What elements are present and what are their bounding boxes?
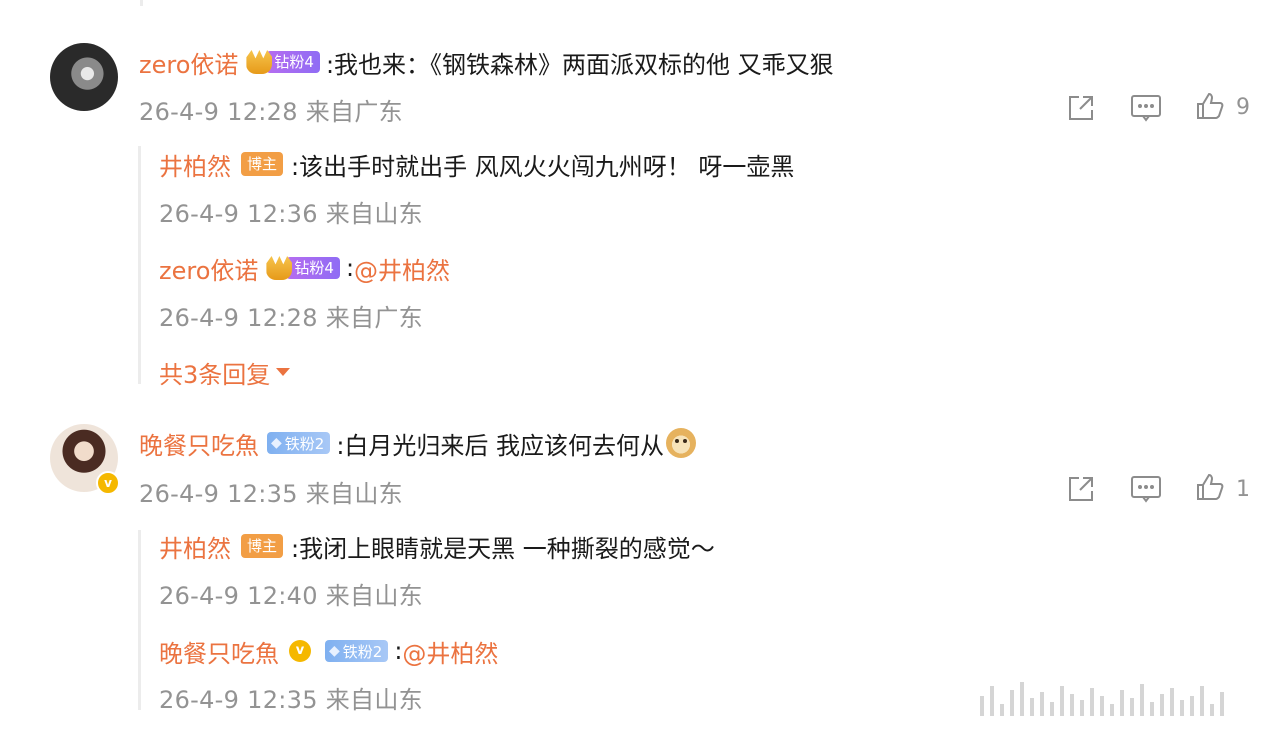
- mention-link[interactable]: @井柏然: [354, 251, 450, 286]
- comment-username[interactable]: zero依诺: [139, 45, 238, 80]
- comment-icon[interactable]: [1130, 474, 1162, 504]
- reply-header: 井柏然 博主 :该出手时就出手 风风火火闯九州呀！ 呀一壶黑: [159, 146, 794, 182]
- fan-badge[interactable]: ◆ 铁粉2: [267, 432, 331, 454]
- verified-icon: v: [289, 640, 311, 662]
- fan-badge[interactable]: 钻粉4: [246, 50, 320, 74]
- fan-badge[interactable]: 钻粉4: [266, 256, 340, 280]
- chevron-down-icon: [276, 368, 291, 376]
- like-count: 9: [1236, 95, 1250, 120]
- reply-text: :: [345, 254, 355, 282]
- comment-header: zero依诺 钻粉4 :我也来：《钢铁森林》两面派双标的他 又乖又狠: [139, 44, 834, 80]
- doge-emoji-icon: [666, 428, 697, 458]
- reply-header: 井柏然 博主 :我闭上眼睛就是天黑 一种撕裂的感觉～: [159, 528, 715, 564]
- more-replies-link[interactable]: 共3条回复: [159, 354, 291, 390]
- reply-thread-bar: [138, 530, 141, 710]
- reply-header: 晚餐只吃魚 v ◆ 铁粉2 : @井柏然: [159, 633, 498, 669]
- reply-meta: 26-4-9 12:40 来自山东: [159, 582, 423, 610]
- host-badge: 博主: [241, 534, 284, 558]
- fan-badge[interactable]: ◆ 铁粉2: [325, 640, 389, 662]
- share-icon[interactable]: [1066, 93, 1096, 123]
- mention-link[interactable]: @井柏然: [402, 634, 498, 669]
- reply-header: zero依诺 钻粉4 : @井柏然: [159, 250, 450, 286]
- like-icon[interactable]: [1195, 472, 1225, 502]
- comment-text: :白月光归来后 我应该何去何从: [336, 431, 665, 460]
- crown-icon: [266, 256, 293, 280]
- reply-text: :该出手时就出手 风风火火闯九州呀！ 呀一壶黑: [291, 152, 795, 181]
- reply-text: :: [394, 637, 403, 665]
- comment-text: :我也来：《钢铁森林》两面派双标的他 又乖又狠: [325, 50, 834, 79]
- more-replies-label: 共3条回复: [159, 360, 271, 389]
- comment-header: 晚餐只吃魚 ◆ 铁粉2 :白月光归来后 我应该何去何从: [139, 425, 697, 461]
- comment-icon[interactable]: [1130, 93, 1162, 123]
- comment-meta: 26-4-9 12:35 来自山东: [139, 480, 403, 508]
- crown-icon: [246, 50, 273, 74]
- reply-username[interactable]: zero依诺: [159, 251, 258, 286]
- verified-icon: v: [96, 471, 120, 495]
- reply-meta: 26-4-9 12:28 来自广东: [159, 304, 423, 332]
- reply-username[interactable]: 井柏然: [159, 529, 231, 564]
- avatar[interactable]: [50, 43, 118, 111]
- host-badge: 博主: [241, 152, 284, 176]
- comment-meta: 26-4-9 12:28 来自广东: [139, 98, 403, 126]
- fan-badge-label: 铁粉2: [342, 642, 383, 661]
- diamond-icon: ◆: [329, 643, 340, 659]
- reply-text: :我闭上眼睛就是天黑 一种撕裂的感觉～: [291, 534, 715, 563]
- reply-thread-bar: [138, 146, 141, 384]
- top-cutoff-rule: [140, 0, 143, 6]
- reply-username[interactable]: 井柏然: [159, 147, 231, 182]
- share-icon[interactable]: [1066, 474, 1096, 504]
- fan-badge-label: 钻粉4: [266, 51, 320, 73]
- like-count: 1: [1236, 477, 1250, 502]
- reply-username[interactable]: 晚餐只吃魚: [159, 634, 279, 669]
- like-icon[interactable]: [1195, 91, 1225, 121]
- reply-meta: 26-4-9 12:35 来自山东: [159, 686, 423, 714]
- fan-badge-label: 钻粉4: [286, 257, 340, 279]
- reply-meta: 26-4-9 12:36 来自山东: [159, 200, 423, 228]
- diamond-icon: ◆: [271, 435, 282, 451]
- watermark-graphic: [980, 680, 1224, 716]
- fan-badge-label: 铁粉2: [284, 434, 325, 453]
- comment-username[interactable]: 晚餐只吃魚: [139, 426, 259, 461]
